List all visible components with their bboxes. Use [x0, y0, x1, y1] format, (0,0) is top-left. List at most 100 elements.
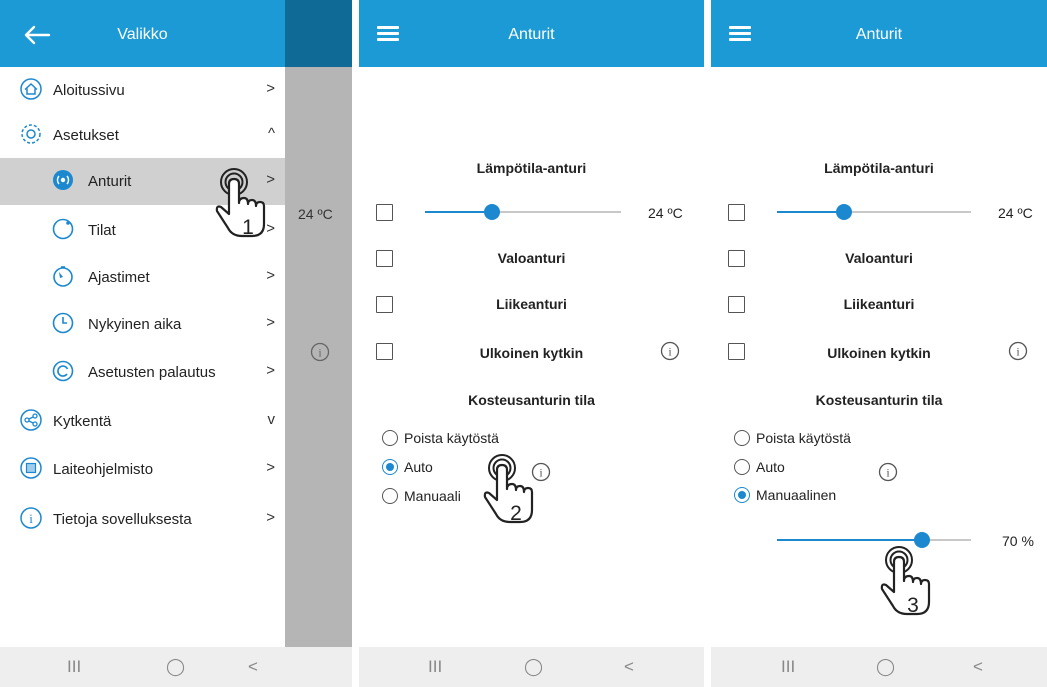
temp-sensor-checkbox[interactable]: [376, 204, 393, 221]
svg-text:i: i: [886, 466, 890, 480]
step-number: 1: [242, 216, 254, 239]
radio-auto[interactable]: [382, 459, 398, 475]
menu-list: Aloitussivu > Asetukset ^ Anturit > Tila…: [0, 67, 285, 647]
radio-manual-label: Manuaali: [404, 488, 461, 504]
radio-disable-label: Poista käytöstä: [404, 430, 499, 446]
radio-disable[interactable]: [734, 430, 750, 446]
menu-item-nykyinen-aika[interactable]: Nykyinen aika >: [0, 301, 285, 348]
radio-auto[interactable]: [734, 459, 750, 475]
menu-item-tietoja-sovelluksesta[interactable]: i Tietoja sovelluksesta >: [0, 496, 285, 543]
menu-item-laiteohjelmisto[interactable]: Laiteohjelmisto >: [0, 446, 285, 493]
dimmed-header: [285, 0, 352, 67]
motion-sensor-label: Liikeanturi: [496, 296, 567, 312]
svg-text:i: i: [318, 346, 322, 360]
home-button[interactable]: ◯: [166, 657, 185, 677]
menu-item-aloitussivu[interactable]: Aloitussivu >: [0, 67, 285, 114]
menu-item-label: Aloitussivu: [53, 82, 125, 99]
sensor-title: Anturit: [855, 26, 903, 43]
menu-item-label: Laiteohjelmisto: [53, 461, 154, 478]
tap-hand-icon: 1: [215, 168, 266, 239]
humidity-value: 70 %: [1002, 533, 1034, 549]
settings-icon: [21, 124, 41, 144]
back-button[interactable]: <: [248, 657, 258, 677]
tap-hand-icon: 2: [483, 454, 534, 525]
menu-item-label: Tilat: [88, 222, 116, 239]
tap-hand-icon: 3: [880, 546, 931, 617]
menu-item-kytkenta[interactable]: Kytkentä v: [0, 398, 285, 445]
menu-item-asetukset[interactable]: Asetukset ^: [0, 112, 285, 159]
system-navbar: III ◯ <: [711, 647, 1047, 687]
home-button[interactable]: ◯: [524, 657, 543, 677]
external-switch-label: Ulkoinen kytkin: [479, 345, 584, 361]
sensor-screen-auto: Anturit Lämpötila-anturi 24 ºC Valoantur…: [359, 0, 704, 687]
radio-manual[interactable]: [382, 488, 398, 504]
menu-title: Valikko: [117, 26, 168, 43]
menu-item-label: Kytkentä: [53, 413, 112, 430]
menu-item-ajastimet[interactable]: Ajastimet >: [0, 254, 285, 301]
step-number: 2: [510, 502, 522, 525]
system-navbar: III ◯ <: [359, 647, 704, 687]
recent-apps-button[interactable]: III: [67, 657, 81, 677]
temp-sensor-label: Lämpötila-anturi: [476, 160, 587, 176]
recent-apps-button[interactable]: III: [428, 657, 442, 677]
chevron-right-icon: >: [266, 509, 275, 526]
sensor-header: Anturit: [359, 0, 704, 67]
temp-slider-fill: [425, 211, 492, 213]
temp-slider-fill: [777, 211, 844, 213]
menu-item-asetusten-palautus[interactable]: Asetusten palautus >: [0, 349, 285, 396]
sensor-header: Anturit: [711, 0, 1047, 67]
light-sensor-label: Valoanturi: [497, 250, 566, 266]
info-icon: i: [20, 507, 42, 529]
temp-value: 24 ºC: [998, 205, 1033, 221]
behind-temperature: 24 ºC: [298, 206, 333, 222]
radio-auto-label: Auto: [756, 459, 785, 475]
temp-sensor-label: Lämpötila-anturi: [824, 160, 934, 176]
radio-manual-label: Manuaalinen: [756, 487, 837, 503]
system-navbar: III ◯ <: [0, 647, 352, 687]
menu-screen: 24 ºC i Valikko Aloitussivu > Asetukset …: [0, 0, 352, 687]
home-icon: [20, 78, 42, 100]
menu-item-label: Nykyinen aika: [88, 316, 182, 333]
chevron-right-icon: >: [266, 314, 275, 331]
svg-text:i: i: [1016, 345, 1020, 359]
menu-header: Valikko: [0, 0, 285, 67]
temp-slider-thumb[interactable]: [484, 204, 500, 220]
humidity-mode-label: Kosteusanturin tila: [815, 392, 943, 408]
info-icon[interactable]: i: [878, 462, 898, 482]
info-icon[interactable]: i: [660, 341, 680, 361]
menu-item-label: Asetukset: [53, 127, 119, 144]
sensor-screen-manual: Anturit Lämpötila-anturi 24 ºC Valoantur…: [711, 0, 1047, 687]
chevron-right-icon: >: [266, 459, 275, 476]
radio-disable[interactable]: [382, 430, 398, 446]
dimmed-background: [285, 0, 352, 647]
clock-icon: [52, 312, 74, 334]
temp-value: 24 ºC: [648, 205, 683, 221]
chevron-up-icon: ^: [267, 125, 275, 142]
info-icon[interactable]: i: [1008, 341, 1028, 361]
menu-item-label: Ajastimet: [88, 269, 150, 286]
behind-info-icon: i: [310, 342, 330, 362]
back-button[interactable]: <: [973, 657, 983, 677]
menu-item-label: Anturit: [88, 173, 132, 190]
menu-item-label: Tietoja sovelluksesta: [53, 511, 192, 528]
chevron-right-icon: >: [266, 362, 275, 379]
firmware-icon: [20, 457, 42, 479]
svg-text:i: i: [668, 345, 672, 359]
recent-apps-button[interactable]: III: [781, 657, 795, 677]
back-button[interactable]: <: [624, 657, 634, 677]
reset-icon: [52, 360, 74, 382]
timer-icon: [53, 266, 73, 287]
svg-text:i: i: [29, 511, 33, 526]
light-sensor-label: Valoanturi: [845, 250, 913, 266]
step-number: 3: [907, 594, 919, 617]
humidity-mode-label: Kosteusanturin tila: [468, 392, 595, 408]
motion-sensor-label: Liikeanturi: [843, 296, 915, 312]
radio-manual[interactable]: [734, 487, 750, 503]
temp-sensor-checkbox[interactable]: [728, 204, 745, 221]
menu-item-label: Asetusten palautus: [88, 364, 216, 381]
sensor-icon: [53, 170, 73, 190]
temp-slider-thumb[interactable]: [836, 204, 852, 220]
external-switch-label: Ulkoinen kytkin: [827, 345, 931, 361]
chevron-right-icon: >: [266, 80, 275, 97]
home-button[interactable]: ◯: [876, 657, 895, 677]
